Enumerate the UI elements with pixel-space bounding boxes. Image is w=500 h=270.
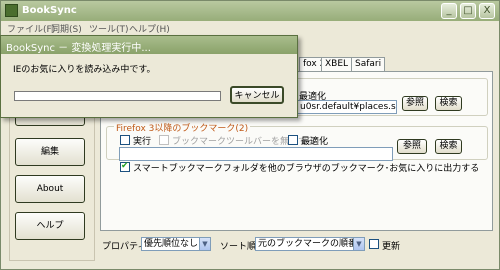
window-title: BookSync [22, 5, 77, 16]
dialog-message: IEのお気に入りを読み込み中です。 [13, 65, 156, 75]
property-value: 優先順位なし [144, 239, 199, 249]
firefox2-browse-button[interactable]: 参照 [402, 96, 428, 111]
minimize-button[interactable]: _ [441, 3, 457, 19]
firefox3-run-label: 実行 [133, 137, 152, 147]
close-icon: X [483, 5, 491, 16]
menu-sync[interactable]: 同期(S) [51, 22, 82, 35]
about-button[interactable]: About [15, 175, 85, 203]
tab-xbel[interactable]: XBEL [321, 57, 353, 71]
menu-file[interactable]: ファイル(F) [7, 22, 55, 35]
menu-bar: ファイル(F) 同期(S) ツール(T) ヘルプ(H) [1, 21, 499, 35]
firefox2-path-field[interactable]: u0sr.default¥places.sqlite [297, 100, 397, 114]
sort-select[interactable]: 元のブックマークの順番 ▼ [255, 237, 365, 251]
firefox2-search-button[interactable]: 検索 [435, 96, 462, 111]
edit-button[interactable]: 編集 [15, 138, 85, 166]
close-button[interactable]: X [479, 3, 495, 19]
menu-tools[interactable]: ツール(T) [89, 22, 129, 35]
maximize-icon: □ [463, 5, 473, 16]
property-select[interactable]: 優先順位なし ▼ [141, 237, 211, 251]
firefox3-path-field[interactable] [119, 147, 393, 161]
firefox3-run-checkbox[interactable] [120, 135, 130, 145]
hide-toolbar-checkbox[interactable] [159, 135, 169, 145]
sort-value: 元のブックマークの順番 [258, 239, 358, 249]
title-bar[interactable]: BookSync _ □ X [1, 1, 499, 21]
check-icon: ✔ [121, 161, 129, 171]
help-button[interactable]: ヘルプ [15, 212, 85, 240]
progress-dialog: BookSync － 変換処理実行中... IEのお気に入りを読み込み中です。 … [0, 35, 298, 118]
cancel-button[interactable]: キャンセル [230, 86, 284, 104]
app-icon [5, 4, 18, 17]
smart-bookmark-label: スマートブックマークフォルダを他のブラウザのブックマーク･お気に入りに出力する [133, 164, 480, 174]
firefox3-optimize-checkbox[interactable] [288, 135, 298, 145]
update-label: 更新 [382, 242, 401, 252]
firefox3-group-label: Firefox 3以降のブックマーク(2) [114, 121, 251, 134]
chevron-down-icon[interactable]: ▼ [199, 238, 210, 250]
menu-help[interactable]: ヘルプ(H) [129, 22, 170, 35]
chevron-down-icon[interactable]: ▼ [353, 238, 364, 250]
firefox3-browse-button[interactable]: 参照 [397, 139, 427, 154]
progress-bar [14, 91, 221, 101]
smart-bookmark-checkbox[interactable]: ✔ [120, 161, 130, 172]
dialog-title: BookSync － 変換処理実行中... [6, 43, 151, 54]
maximize-button[interactable]: □ [460, 3, 476, 19]
tab-safari[interactable]: Safari [351, 57, 386, 71]
sort-label: ソート順: [220, 242, 260, 252]
firefox3-optimize-label: 最適化 [301, 137, 329, 147]
firefox3-search-button[interactable]: 検索 [435, 139, 462, 154]
update-checkbox[interactable] [369, 239, 379, 249]
minimize-icon: _ [446, 5, 452, 16]
dialog-title-bar[interactable]: BookSync － 変換処理実行中... [1, 36, 297, 54]
